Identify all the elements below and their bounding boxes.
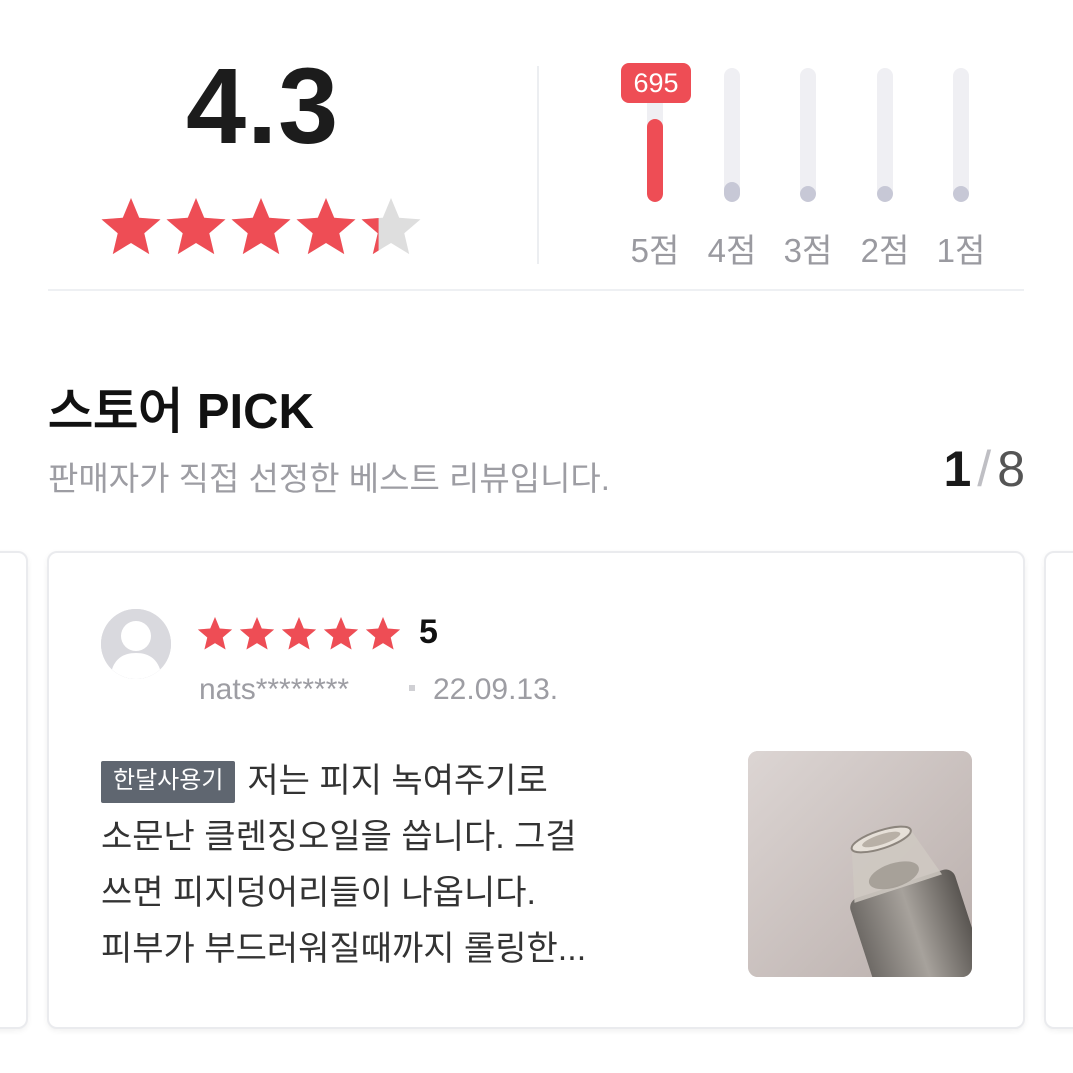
review-text[interactable]: 한달사용기 저는 피지 녹여주기로 소문난 클렌징오일을 씁니다. 그걸 쓰면 피… — [101, 753, 701, 977]
star-icon — [296, 198, 356, 255]
star-icon — [239, 617, 275, 650]
section-divider — [48, 289, 1024, 291]
rating-bar-2점: 2점 — [850, 66, 920, 269]
pick-pager: 1/8 — [943, 440, 1025, 498]
rating-bar-3점: 3점 — [773, 66, 843, 269]
review-stars — [197, 617, 401, 650]
previous-review-card[interactable] — [0, 551, 28, 1029]
rating-bar-label: 4점 — [707, 232, 757, 269]
rating-bar-fill — [877, 186, 893, 202]
rating-bar-4점: 4점 — [697, 66, 767, 269]
rating-bar-fill — [724, 182, 740, 202]
rating-bar-label: 5점 — [630, 232, 680, 269]
average-score: 4.3 — [186, 45, 340, 166]
rating-bar-label: 3점 — [783, 232, 833, 269]
pager-separator: / — [977, 441, 992, 497]
rating-bar-fill — [647, 119, 663, 202]
pager-current: 1 — [943, 441, 972, 497]
default-user-avatar-icon — [101, 609, 171, 679]
store-pick-title: 스토어 PICK — [48, 385, 314, 439]
review-tag: 한달사용기 — [101, 761, 236, 803]
rating-bar-track — [800, 68, 816, 202]
rating-count-badge: 695 — [621, 63, 691, 103]
star-icon — [361, 198, 421, 255]
rating-bar-label: 1점 — [936, 232, 986, 269]
review-photo[interactable] — [748, 751, 972, 977]
star-icon — [197, 617, 233, 650]
star-icon — [323, 617, 359, 650]
rating-bar-fill — [953, 186, 969, 202]
review-line-text: 저는 피지 녹여주기로 — [247, 762, 548, 800]
review-line: 쓰면 피지덩어리들이 나옵니다. — [101, 874, 536, 912]
average-stars — [101, 198, 421, 255]
rating-bar-label: 2점 — [860, 232, 910, 269]
star-icon — [231, 198, 291, 255]
rating-bar-1점: 1점 — [926, 66, 996, 269]
meta-separator-dot — [409, 685, 415, 691]
summary-divider — [537, 66, 539, 264]
rating-bar-track — [724, 68, 740, 202]
pager-total: 8 — [997, 441, 1025, 497]
review-card[interactable]: 5 nats******** 22.09.13. 한달사용기 저는 피지 녹여주기… — [47, 551, 1025, 1029]
star-icon — [101, 198, 161, 255]
review-line: 소문난 클렌징오일을 씁니다. 그걸 — [101, 818, 577, 856]
rating-bar-track — [953, 68, 969, 202]
rating-bar-track — [877, 68, 893, 202]
next-review-card[interactable] — [1044, 551, 1073, 1029]
review-author: nats******** — [199, 673, 350, 706]
review-date: 22.09.13. — [433, 673, 559, 706]
star-icon — [281, 617, 317, 650]
rating-bar-fill — [800, 186, 816, 202]
review-line: 한달사용기 저는 피지 녹여주기로 — [101, 753, 701, 809]
store-pick-subtitle: 판매자가 직접 선정한 베스트 리뷰입니다. — [48, 460, 610, 497]
review-line: 피부가 부드러워질때까지 롤링한... — [101, 930, 587, 968]
review-rating: 5 — [419, 613, 438, 651]
star-icon — [365, 617, 401, 650]
star-icon — [166, 198, 226, 255]
